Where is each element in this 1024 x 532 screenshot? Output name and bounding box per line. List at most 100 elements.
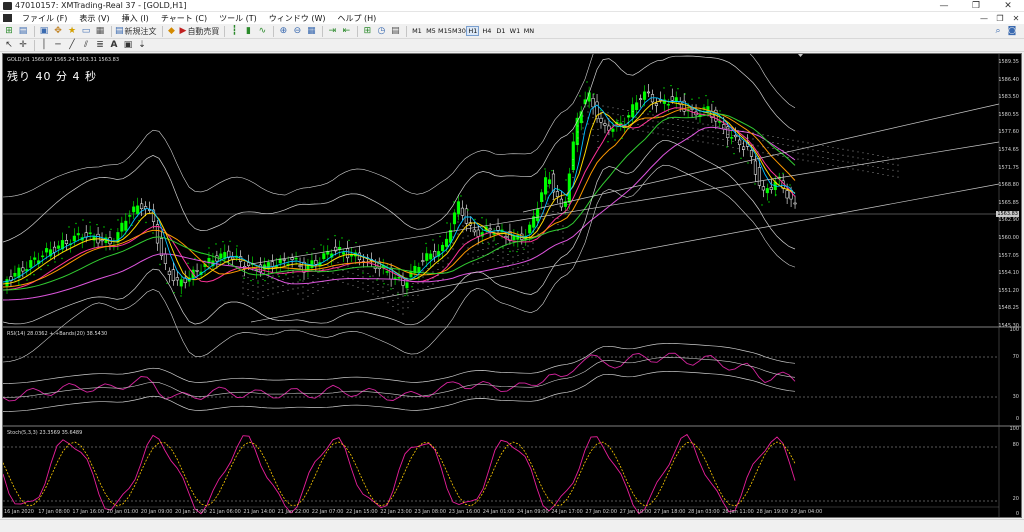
ichimoku-cloud-dot — [712, 137, 714, 139]
timeframe-mn[interactable]: MN — [522, 26, 535, 36]
ichimoku-cloud-dot — [367, 279, 369, 280]
strategy-tester-icon[interactable]: ▦ — [94, 25, 106, 37]
auto-trading-button[interactable]: ▶ 自動売買 — [180, 25, 220, 37]
fibonacci-icon[interactable]: ≣ — [94, 39, 106, 51]
ichimoku-cloud-dot — [542, 218, 544, 220]
ichimoku-cloud-dot — [382, 298, 384, 300]
ichimoku-cloud-dot — [407, 301, 409, 303]
cursor-icon[interactable]: ↖ — [3, 39, 15, 51]
auto-scroll-icon[interactable]: ⇥ — [326, 25, 338, 37]
candle-body — [247, 262, 251, 266]
chart-shift-icon[interactable]: ⇤ — [340, 25, 352, 37]
arrows-icon[interactable]: ⇣ — [136, 39, 148, 51]
channel-icon[interactable]: ⫽ — [80, 39, 92, 51]
ichimoku-cloud-dot — [537, 221, 539, 223]
ichimoku-cloud-dot — [612, 107, 614, 109]
menu-tools[interactable]: ツール (T) — [213, 13, 263, 24]
chat-icon[interactable]: ◙ — [1006, 25, 1018, 37]
candle-body — [536, 208, 540, 222]
new-order-button[interactable]: ▤ 新規注文 — [115, 25, 157, 37]
sar-dot — [726, 146, 728, 148]
candlestick-icon[interactable]: ▮ — [242, 25, 254, 37]
zoom-in-icon[interactable]: ⊕ — [277, 25, 289, 37]
timeframe-m1[interactable]: M1 — [410, 26, 423, 36]
ichimoku-cloud-dot — [442, 266, 444, 268]
stoch-main-line — [3, 433, 796, 515]
metaeditor-icon[interactable]: ◆ — [166, 25, 178, 37]
ichimoku-cloud-dot — [737, 141, 739, 143]
bar-chart-icon[interactable]: ┇ — [228, 25, 240, 37]
navigator-icon[interactable]: ★ — [66, 25, 78, 37]
market-watch-icon[interactable]: ▣ — [38, 25, 50, 37]
ichimoku-cloud-dot — [657, 121, 659, 123]
ichimoku-cloud-dot — [377, 278, 379, 279]
ichimoku-cloud-dot — [742, 148, 744, 150]
templates-icon[interactable]: ▤ — [389, 25, 401, 37]
search-icon[interactable]: ⌕ — [992, 25, 1004, 37]
menu-window[interactable]: ウィンドウ (W) — [263, 13, 332, 24]
chart-window[interactable]: GOLD,H1 1565.09 1565.24 1563.31 1563.83 … — [2, 53, 1022, 518]
candle-body — [342, 252, 346, 255]
ichimoku-cloud-dot — [612, 125, 614, 127]
sar-dot — [474, 218, 476, 221]
crosshair-icon[interactable]: ✛ — [17, 39, 29, 51]
ichimoku-cloud-dot — [792, 139, 794, 141]
line-chart-icon[interactable]: ∿ — [256, 25, 268, 37]
zoom-out-icon[interactable]: ⊖ — [291, 25, 303, 37]
candle-body — [195, 270, 199, 272]
indicators-icon[interactable]: ⊞ — [361, 25, 373, 37]
text-icon[interactable]: A — [108, 39, 120, 51]
chart-canvas[interactable] — [3, 54, 1021, 517]
time-axis-label: 24 Jan 09:00 — [517, 509, 549, 515]
sar-dot — [124, 233, 126, 235]
menu-file[interactable]: ファイル (F) — [16, 13, 73, 24]
menu-insert[interactable]: 挿入 (I) — [116, 13, 155, 24]
candle-body — [393, 277, 397, 279]
new-order-icon: ▤ — [115, 26, 124, 36]
minimize-button[interactable]: — — [928, 0, 960, 12]
ichimoku-cloud-dot — [392, 306, 394, 307]
label-icon[interactable]: ▣ — [122, 39, 134, 51]
vertical-line-icon[interactable]: │ — [38, 39, 50, 51]
ichimoku-cloud-dot — [317, 290, 319, 292]
menu-help[interactable]: ヘルプ (H) — [331, 13, 382, 24]
timeframe-m30[interactable]: M30 — [452, 26, 466, 36]
ichimoku-cloud-dot — [402, 313, 404, 315]
timeframe-h1[interactable]: H1 — [466, 26, 480, 36]
ichimoku-cloud-dot — [717, 144, 719, 146]
timeframe-d1[interactable]: D1 — [494, 26, 507, 36]
menu-view[interactable]: 表示 (V) — [73, 13, 115, 24]
menu-chart[interactable]: チャート (C) — [155, 13, 213, 24]
close-button[interactable]: ✕ — [992, 0, 1024, 12]
sar-dot — [586, 81, 588, 83]
timeframe-h4[interactable]: H4 — [480, 26, 493, 36]
periods-icon[interactable]: ◷ — [375, 25, 387, 37]
time-axis-label: 24 Jan 01:00 — [482, 509, 515, 515]
maximize-button[interactable]: ❐ — [960, 0, 992, 12]
tile-windows-icon[interactable]: ▦ — [305, 25, 317, 37]
timeframe-m15[interactable]: M15 — [438, 26, 452, 36]
ichimoku-cloud-dot — [277, 274, 279, 276]
ichimoku-cloud-dot — [717, 132, 719, 134]
new-chart-icon[interactable]: ⊞ — [3, 25, 15, 37]
ichimoku-cloud-dot — [332, 260, 334, 262]
timeframe-m5[interactable]: M5 — [424, 26, 437, 36]
sar-dot — [33, 274, 35, 276]
data-window-icon[interactable]: ✥ — [52, 25, 64, 37]
candle-body — [159, 238, 163, 256]
horizontal-line-icon[interactable]: ─ — [52, 39, 64, 51]
trendline-icon[interactable]: ╱ — [66, 39, 78, 51]
ichimoku-cloud-dot — [822, 157, 824, 159]
ichimoku-cloud-dot — [652, 114, 654, 116]
ichimoku-cloud-dot — [792, 157, 794, 159]
timeframe-w1[interactable]: W1 — [508, 26, 521, 36]
ichimoku-cloud-dot — [367, 273, 369, 274]
terminal-icon[interactable]: ▭ — [80, 25, 92, 37]
sar-dot — [439, 235, 441, 238]
profiles-icon[interactable]: ▤ — [17, 25, 29, 37]
chart-minimize-button[interactable]: — — [976, 14, 992, 23]
chart-close-button[interactable]: ✕ — [1008, 14, 1024, 23]
chart-restore-button[interactable]: ❐ — [992, 14, 1008, 23]
candle-body — [72, 235, 76, 242]
ichimoku-cloud-dot — [852, 168, 854, 170]
